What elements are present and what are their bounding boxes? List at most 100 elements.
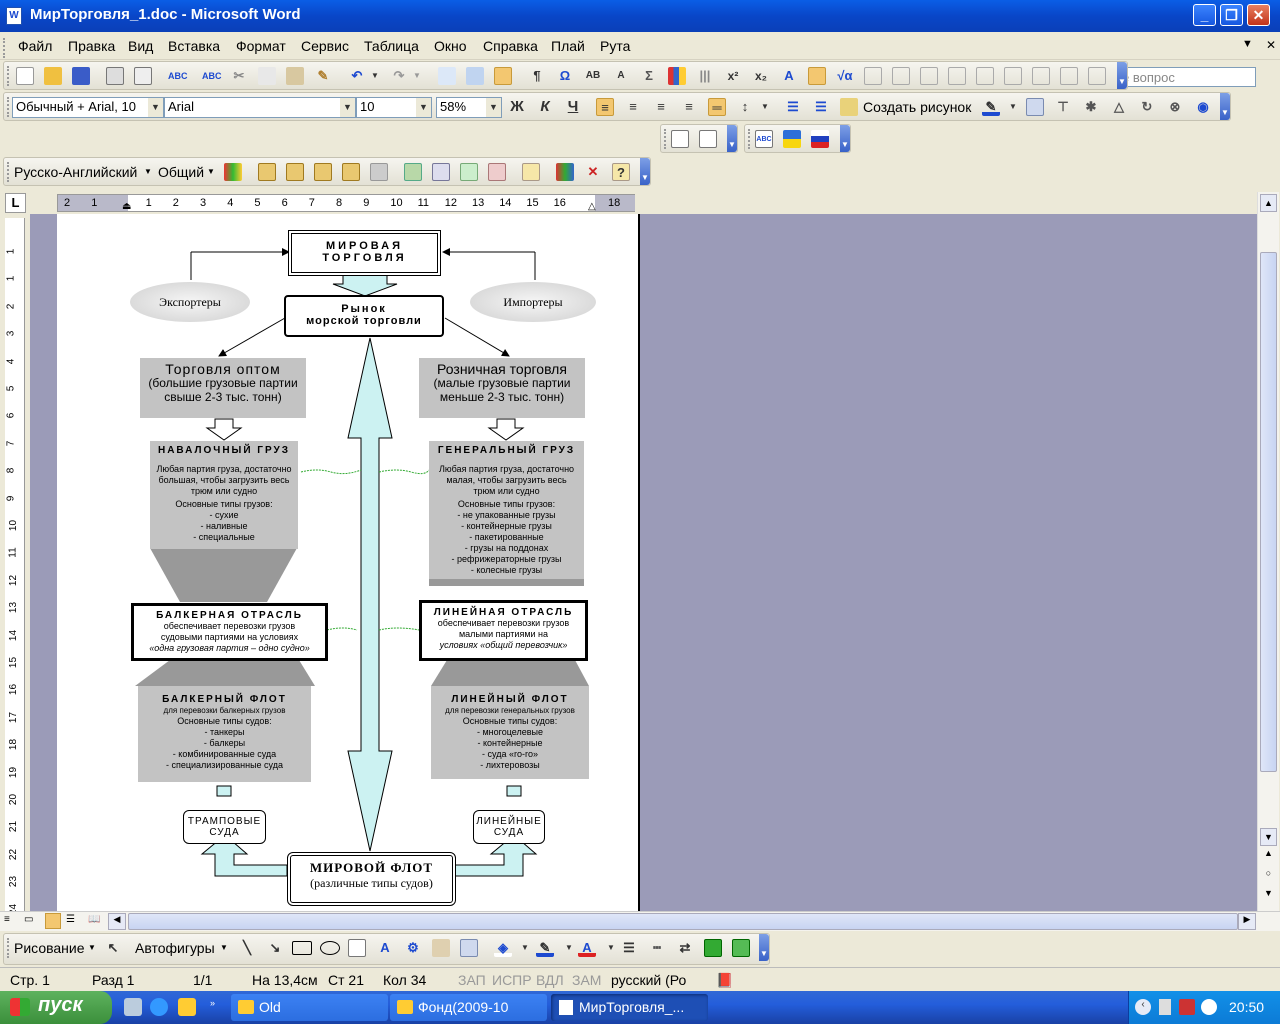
quicklaunch-ie-icon[interactable] (150, 998, 168, 1016)
wordart-icon[interactable]: A (780, 67, 798, 85)
undo-icon[interactable]: ↶ (348, 67, 366, 85)
help-icon[interactable]: ? (612, 163, 630, 181)
bullets-icon[interactable]: ☰ (812, 98, 830, 116)
tray-expand-icon[interactable]: ‹ (1135, 999, 1151, 1015)
bold-button[interactable]: Ж (508, 98, 526, 116)
print-icon[interactable] (106, 67, 124, 85)
redo-dropdown-icon[interactable]: ▼ (408, 67, 426, 85)
table-delete-row-icon[interactable] (892, 67, 910, 85)
menu-window[interactable]: Окно (434, 38, 467, 54)
start-button[interactable]: пуск (0, 991, 112, 1024)
save-icon[interactable] (72, 67, 90, 85)
web-view-icon[interactable]: ▭ (24, 914, 33, 925)
toolbar-options-icon[interactable]: ▼ (640, 158, 650, 185)
rectangle-icon[interactable] (292, 941, 312, 955)
tray-language-icon[interactable] (1201, 999, 1217, 1015)
cycle-icon[interactable]: ↻ (1138, 98, 1156, 116)
market-box[interactable]: Рынок морской торговли (284, 295, 444, 337)
document-page[interactable]: МИРОВАЯ ТОРГОВЛЯ Экспортеры Импортеры Ры… (57, 214, 640, 911)
menu-help[interactable]: Справка (483, 38, 538, 54)
arrow-icon[interactable]: ↘ (266, 939, 284, 957)
translate-topic[interactable]: Общий (158, 164, 204, 180)
reading-view-icon[interactable]: 📖 (88, 914, 100, 925)
hyperlink-icon[interactable] (438, 67, 456, 85)
tray-media-icon[interactable] (1179, 999, 1195, 1015)
table-col-icon[interactable] (976, 67, 994, 85)
superscript-icon[interactable]: x² (724, 67, 742, 85)
copy-icon[interactable] (258, 67, 276, 85)
pilcrow-icon[interactable]: ¶ (528, 67, 546, 85)
outline-view-icon[interactable]: ☰ (66, 914, 75, 925)
line-icon[interactable]: ╲ (238, 939, 256, 957)
web-icon[interactable] (671, 130, 689, 148)
new-doc-icon[interactable] (16, 67, 34, 85)
clock[interactable]: 20:50 (1229, 999, 1264, 1015)
underline-button[interactable]: Ч (564, 98, 582, 116)
retail-box[interactable]: Розничная торговля (малые грузовые парти… (419, 358, 585, 418)
bulk-sector-box[interactable]: БАЛКЕРНАЯ ОТРАСЛЬ обеспечивает перевозки… (131, 603, 328, 661)
picture-icon[interactable] (460, 939, 478, 957)
spelling-icon[interactable]: ABC (168, 67, 188, 85)
align-right-icon[interactable]: ≡ (652, 98, 670, 116)
sum-icon[interactable]: Σ (640, 67, 658, 85)
prev-page-icon[interactable]: ▲ (1260, 848, 1277, 866)
scroll-down-icon[interactable]: ▼ (1260, 828, 1277, 846)
align-left-icon[interactable]: ≡ (596, 98, 614, 116)
tramp-ships-box[interactable]: ТРАМПОВЫЕ СУДА (183, 810, 266, 844)
quicklaunch-desktop-icon[interactable] (124, 998, 142, 1016)
status-rec[interactable]: ЗАП (458, 972, 486, 988)
world-trade-box[interactable]: МИРОВАЯ ТОРГОВЛЯ (288, 230, 441, 276)
textbox-icon[interactable] (348, 939, 366, 957)
bubble-icon[interactable] (522, 163, 540, 181)
menu-table[interactable]: Таблица (364, 38, 419, 54)
tools-icon[interactable]: ✕ (584, 163, 602, 181)
print-layout-icon[interactable] (45, 913, 61, 929)
font-color-icon[interactable]: A (578, 939, 596, 957)
align-center-icon[interactable]: ≡ (624, 98, 642, 116)
subscript-icon[interactable]: x₂ (752, 67, 770, 85)
world-fleet-box[interactable]: МИРОВОЙ ФЛОТ (различные типы судов) (287, 852, 456, 906)
chevron-down-icon[interactable]: ▼ (416, 98, 431, 117)
table-insert-row-icon[interactable] (864, 67, 882, 85)
chevron-down-icon[interactable]: ▼ (88, 943, 96, 952)
3d-icon[interactable] (732, 939, 750, 957)
clipart-icon[interactable] (432, 939, 450, 957)
style-combo[interactable]: Обычный + Arial, 10 ▼ (12, 97, 164, 118)
menu-ruta[interactable]: Рута (600, 38, 630, 54)
redo-icon[interactable]: ↷ (390, 67, 408, 85)
status-ext[interactable]: ВДЛ (536, 972, 564, 988)
scroll-right-icon[interactable]: ▶ (1238, 913, 1256, 930)
scroll-up-icon[interactable]: ▲ (1260, 194, 1277, 212)
pyramid-icon[interactable]: △ (1110, 98, 1128, 116)
justify-icon[interactable]: ≡ (680, 98, 698, 116)
books-icon[interactable] (556, 163, 574, 181)
oval-icon[interactable] (320, 941, 340, 955)
horizontal-ruler[interactable]: 2 1 1 2 3 4 5 6 7 8 9 10 11 12 13 14 15 16 18 ⏏ △ (57, 194, 635, 212)
task-word[interactable]: МирТорговля_... (551, 994, 708, 1021)
ask-dropdown-icon[interactable]: ▼ (1242, 38, 1253, 50)
line-spacing-icon[interactable]: ↕ (736, 98, 754, 116)
status-ovr[interactable]: ЗАМ (572, 972, 601, 988)
right-indent-marker-icon[interactable]: △ (588, 201, 596, 212)
line-spacing-dropdown-icon[interactable]: ▼ (756, 98, 774, 116)
chart-icon[interactable] (668, 67, 686, 85)
translate-doc-icon[interactable] (258, 163, 276, 181)
drawing2-icon[interactable] (808, 67, 826, 85)
table-autofit-icon[interactable] (1060, 67, 1078, 85)
tray-doc-icon[interactable] (1159, 999, 1171, 1015)
arrow-style-icon[interactable]: ⇄ (676, 939, 694, 957)
chevron-down-icon[interactable]: ▼ (144, 167, 152, 176)
lookup-icon[interactable] (432, 163, 450, 181)
task-fond[interactable]: Фонд(2009-10 (390, 994, 547, 1021)
dash-style-icon[interactable]: ┅ (648, 939, 666, 957)
close-button[interactable]: ✕ (1247, 4, 1270, 26)
chevron-down-icon[interactable]: ▼ (220, 943, 228, 952)
line-style-icon[interactable]: ☰ (620, 939, 638, 957)
sort-icon[interactable]: А (612, 67, 630, 85)
doc-close-icon[interactable]: ✕ (1266, 38, 1276, 52)
diagram-icon[interactable]: ⚙ (404, 939, 422, 957)
font-color-dropdown-icon[interactable]: ▼ (602, 939, 620, 957)
normal-view-icon[interactable]: ≡ (4, 914, 10, 925)
target-icon[interactable]: ◉ (1194, 98, 1212, 116)
task-old[interactable]: Old (231, 994, 388, 1021)
